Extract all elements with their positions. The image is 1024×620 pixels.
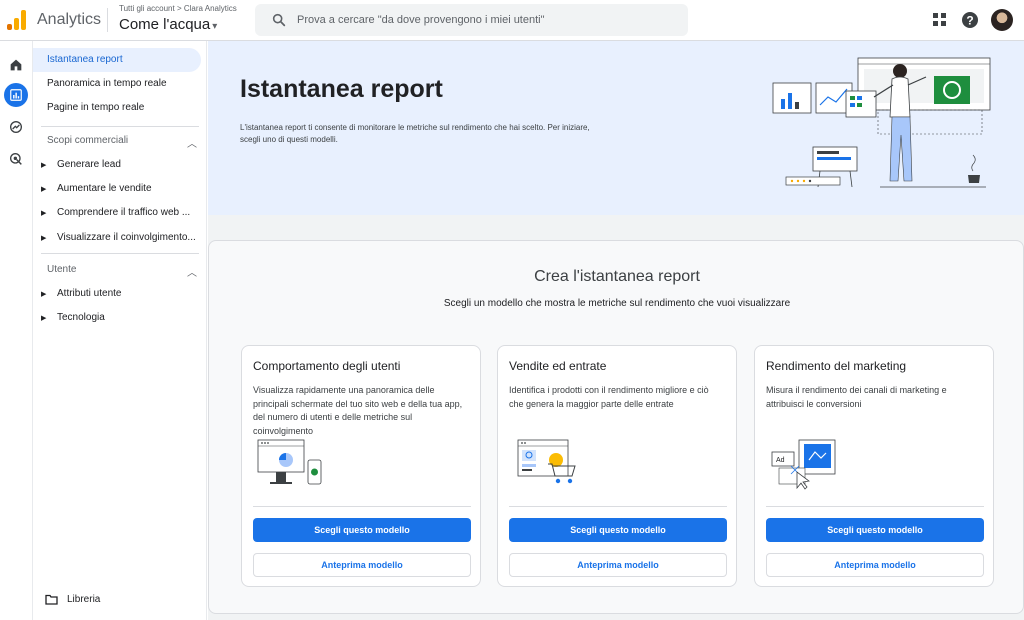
top-bar: Analytics Tutti gli account > Clara Anal… [0,0,1024,41]
sales-illustration [517,439,576,484]
card-title: Comportamento degli utenti [253,359,401,373]
rail-explore-button[interactable] [4,115,28,139]
card-description: Visualizza rapidamente una panoramica de… [253,385,463,436]
sidebar-item-attributi-utente[interactable]: ▶ Attributi utente [41,288,201,299]
sidebar-divider [41,126,199,127]
dashboard-illustration [772,57,991,188]
caret-down-icon: ▾ [212,21,218,32]
choose-template-button[interactable]: Scegli questo modello [509,518,727,542]
reports-icon [10,89,22,101]
rail-reports-button[interactable] [4,83,28,107]
section-utente[interactable]: Utente ︿ [47,264,197,279]
advertising-icon [10,153,22,165]
apps-grid-icon[interactable] [930,10,950,30]
panel-title: Crea l'istantanea report [534,268,700,285]
card-title: Vendite ed entrate [509,359,607,373]
card-divider [766,506,984,507]
avatar[interactable] [991,9,1013,31]
folder-icon [45,594,58,605]
app-name: Analytics [37,11,102,28]
expand-arrow-icon: ▶ [41,162,47,169]
expand-arrow-icon: ▶ [41,235,47,242]
card-description: Misura il rendimento dei canali di marke… [766,385,947,409]
sidebar-item-label: Generare lead [57,159,121,170]
preview-template-button[interactable]: Anteprima modello [766,553,984,577]
search-icon [272,13,286,27]
rail-home-button[interactable] [4,53,28,77]
rail-advertising-button[interactable] [4,147,28,171]
explore-icon [10,121,22,133]
section-title: Scopi commerciali [47,135,129,146]
library-label: Libreria [67,594,101,605]
sidebar-item-tecnologia[interactable]: ▶ Tecnologia [41,312,201,323]
card-divider [509,506,727,507]
nav-rail [0,41,33,620]
analytics-logo[interactable] [7,10,27,30]
sidebar-item-label: Visualizzare il coinvolgimento... [57,232,196,243]
template-card-comportamento: Comportamento degli utenti Visualizza ra… [241,345,481,587]
svg-text:?: ? [966,14,973,28]
user-behavior-illustration [257,439,322,485]
expand-arrow-icon: ▶ [41,210,47,217]
header-divider [107,8,108,32]
sidebar-item-aumentare-vendite[interactable]: ▶ Aumentare le vendite [41,183,201,194]
chevron-up-icon: ︿ [187,268,197,279]
section-title: Utente [47,264,77,275]
sidebar-item-istantanea-report[interactable]: Istantanea report [33,48,201,72]
sidebar-item-panoramica-tempo-reale[interactable]: Panoramica in tempo reale [33,72,201,96]
template-panel: Crea l'istantanea report Scegli un model… [208,240,1024,614]
card-title: Rendimento del marketing [766,359,907,373]
sidebar-divider [41,253,199,254]
expand-arrow-icon: ▶ [41,186,47,193]
main-content: Istantanea report L'istantanea report ti… [208,41,1024,620]
page-title: Istantanea report [240,75,443,103]
panel-subtitle: Scegli un modello che mostra le metriche… [443,298,791,309]
sidebar-item-label: Comprendere il traffico web ... [57,207,191,218]
library-link[interactable]: Libreria [45,594,100,605]
property-selector[interactable]: Come l'acqua ▾ [119,16,217,33]
help-icon[interactable]: ? [960,10,980,30]
sidebar: Istantanea report Panoramica in tempo re… [33,41,207,620]
card-divider [253,506,471,507]
template-card-vendite: Vendite ed entrate Identifica i prodotti… [497,345,737,587]
property-name: Come l'acqua [119,16,211,33]
expand-arrow-icon: ▶ [41,291,47,298]
sidebar-item-pagine-tempo-reale[interactable]: Pagine in tempo reale [33,96,201,120]
template-card-marketing: Rendimento del marketing Misura il rendi… [754,345,994,587]
preview-template-button[interactable]: Anteprima modello [253,553,471,577]
section-scopi-commerciali[interactable]: Scopi commerciali ︿ [47,135,197,150]
preview-template-button[interactable]: Anteprima modello [509,553,727,577]
hero-description: L'istantanea report ti consente di monit… [240,123,590,144]
hero-banner: Istantanea report L'istantanea report ti… [208,41,1024,215]
account-breadcrumb[interactable]: Tutti gli account > Clara Analytics [119,4,237,13]
ad-label: Ad [776,457,785,464]
sidebar-item-generare-lead[interactable]: ▶ Generare lead [41,159,201,170]
choose-template-button[interactable]: Scegli questo modello [253,518,471,542]
sidebar-item-label: Aumentare le vendite [57,183,152,194]
home-icon [10,59,22,71]
marketing-illustration: Ad [771,439,836,490]
chevron-up-icon: ︿ [187,139,197,150]
sidebar-item-label: Attributi utente [57,288,122,299]
search-input[interactable] [297,10,677,30]
sidebar-item-visualizzare-coinvolgimento[interactable]: ▶ Visualizzare il coinvolgimento... [41,232,201,243]
sidebar-item-label: Tecnologia [57,312,105,323]
search-bar[interactable] [255,4,688,36]
expand-arrow-icon: ▶ [41,315,47,322]
card-description: Identifica i prodotti con il rendimento … [509,385,709,409]
sidebar-item-comprendere-traffico[interactable]: ▶ Comprendere il traffico web ... [41,207,201,218]
choose-template-button[interactable]: Scegli questo modello [766,518,984,542]
